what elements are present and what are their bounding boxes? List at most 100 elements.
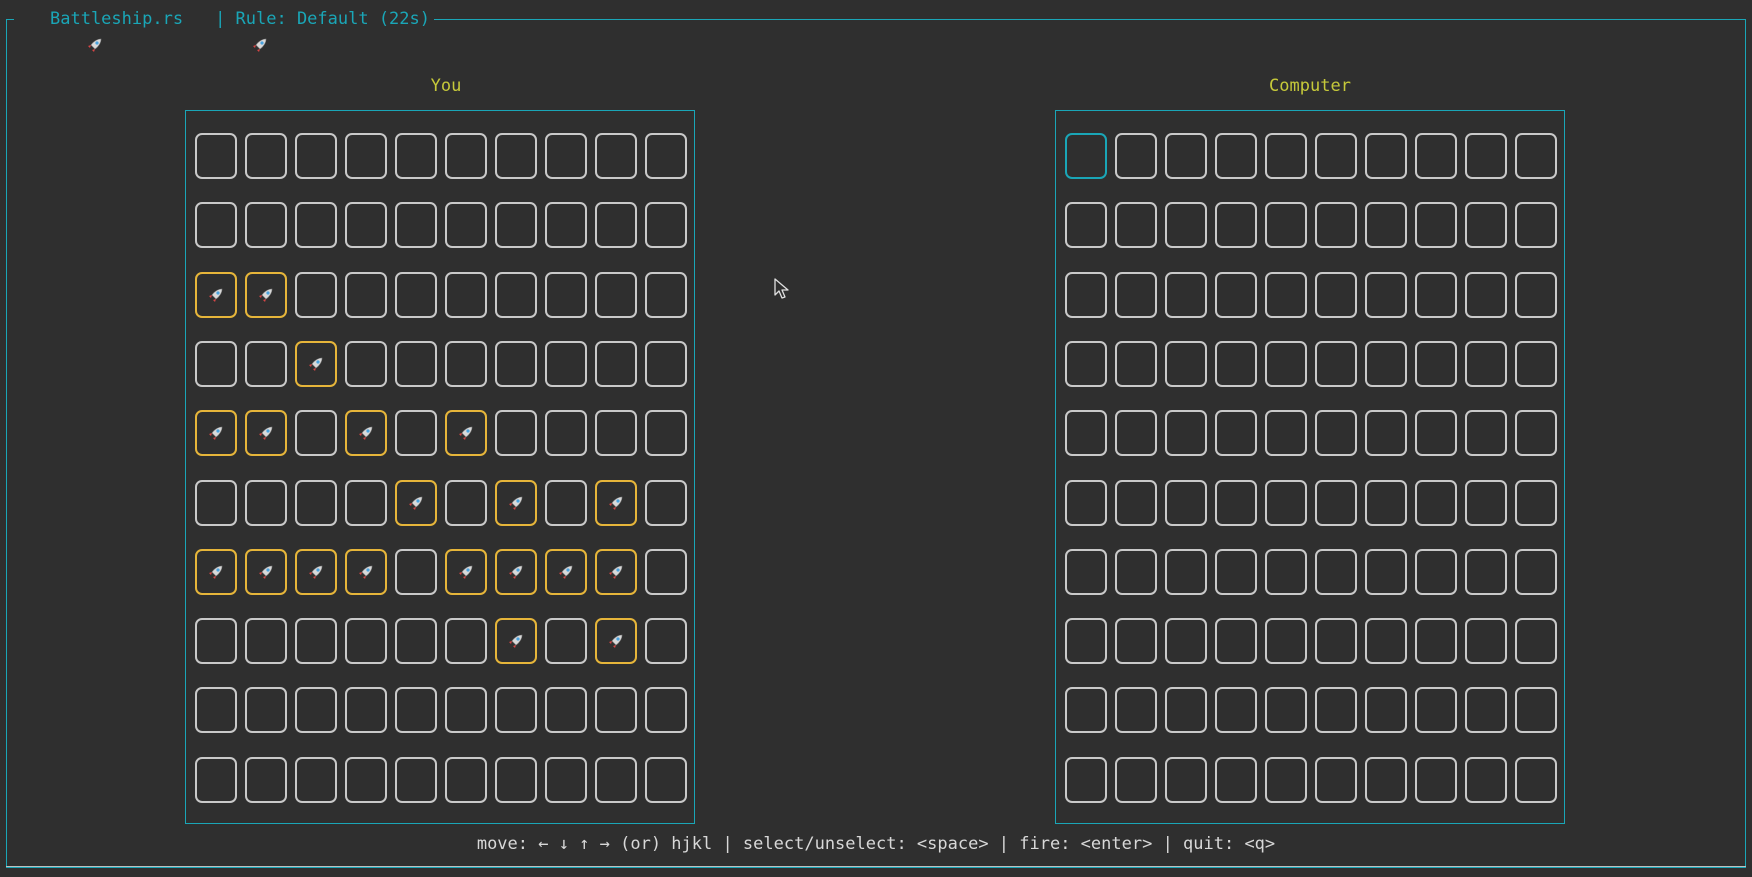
- player-cell[interactable]: [195, 618, 237, 665]
- player-cell[interactable]: [445, 687, 487, 734]
- computer-cell[interactable]: [1415, 618, 1457, 665]
- computer-cell[interactable]: [1465, 271, 1507, 318]
- player-cell[interactable]: [445, 618, 487, 665]
- player-cell[interactable]: [645, 271, 687, 318]
- computer-cell[interactable]: [1465, 548, 1507, 595]
- player-cell[interactable]: [595, 202, 637, 249]
- player-cell[interactable]: [545, 271, 587, 318]
- computer-cell[interactable]: [1215, 479, 1257, 526]
- computer-cell[interactable]: [1065, 340, 1107, 387]
- computer-cell[interactable]: [1115, 340, 1157, 387]
- player-ship-cell[interactable]: [345, 548, 387, 595]
- computer-cell[interactable]: [1315, 479, 1357, 526]
- player-ship-cell[interactable]: [595, 479, 637, 526]
- computer-cell[interactable]: [1315, 340, 1357, 387]
- player-cell[interactable]: [395, 271, 437, 318]
- player-cell[interactable]: [595, 687, 637, 734]
- player-cell[interactable]: [645, 410, 687, 457]
- computer-cell[interactable]: [1115, 548, 1157, 595]
- computer-cell[interactable]: [1215, 618, 1257, 665]
- player-ship-cell[interactable]: [245, 271, 287, 318]
- player-cell[interactable]: [295, 410, 337, 457]
- computer-cell[interactable]: [1265, 340, 1307, 387]
- computer-cell[interactable]: [1465, 756, 1507, 803]
- player-cell[interactable]: [495, 202, 537, 249]
- computer-cell[interactable]: [1515, 271, 1557, 318]
- computer-cell[interactable]: [1065, 687, 1107, 734]
- computer-cell[interactable]: [1315, 410, 1357, 457]
- computer-cell[interactable]: [1515, 687, 1557, 734]
- player-cell[interactable]: [545, 340, 587, 387]
- player-cell[interactable]: [595, 133, 637, 179]
- computer-cell[interactable]: [1115, 618, 1157, 665]
- player-cell[interactable]: [195, 133, 237, 179]
- player-ship-cell[interactable]: [245, 410, 287, 457]
- player-cell[interactable]: [545, 133, 587, 179]
- player-cell[interactable]: [195, 756, 237, 803]
- computer-cell[interactable]: [1215, 756, 1257, 803]
- computer-cell[interactable]: [1065, 479, 1107, 526]
- computer-cell[interactable]: [1265, 410, 1307, 457]
- player-cell[interactable]: [445, 202, 487, 249]
- player-cell[interactable]: [345, 618, 387, 665]
- computer-cell[interactable]: [1315, 756, 1357, 803]
- player-cell[interactable]: [295, 687, 337, 734]
- player-ship-cell[interactable]: [495, 479, 537, 526]
- player-cell[interactable]: [395, 133, 437, 179]
- computer-cell[interactable]: [1415, 548, 1457, 595]
- computer-cell[interactable]: [1115, 410, 1157, 457]
- player-cell[interactable]: [345, 202, 387, 249]
- player-cell[interactable]: [395, 202, 437, 249]
- player-cell[interactable]: [595, 756, 637, 803]
- player-cell[interactable]: [645, 548, 687, 595]
- player-cell[interactable]: [645, 687, 687, 734]
- player-cell[interactable]: [345, 479, 387, 526]
- player-cell[interactable]: [195, 340, 237, 387]
- player-cell[interactable]: [545, 687, 587, 734]
- player-cell[interactable]: [295, 133, 337, 179]
- computer-cell[interactable]: [1465, 479, 1507, 526]
- computer-cell[interactable]: [1215, 340, 1257, 387]
- computer-cell[interactable]: [1315, 202, 1357, 249]
- player-cell[interactable]: [345, 340, 387, 387]
- computer-cell[interactable]: [1215, 687, 1257, 734]
- computer-cell[interactable]: [1165, 202, 1207, 249]
- computer-cell[interactable]: [1515, 410, 1557, 457]
- computer-cell[interactable]: [1415, 410, 1457, 457]
- computer-cell[interactable]: [1365, 340, 1407, 387]
- player-cell[interactable]: [295, 479, 337, 526]
- player-cell[interactable]: [545, 756, 587, 803]
- computer-cell[interactable]: [1515, 202, 1557, 249]
- computer-cell[interactable]: [1415, 133, 1457, 179]
- computer-cell[interactable]: [1415, 687, 1457, 734]
- player-cell[interactable]: [495, 756, 537, 803]
- player-ship-cell[interactable]: [595, 548, 637, 595]
- player-cell[interactable]: [245, 618, 287, 665]
- player-cell[interactable]: [395, 618, 437, 665]
- player-cell[interactable]: [245, 756, 287, 803]
- computer-cell[interactable]: [1265, 202, 1307, 249]
- computer-cell[interactable]: [1515, 618, 1557, 665]
- computer-cell[interactable]: [1365, 548, 1407, 595]
- computer-cell[interactable]: [1065, 548, 1107, 595]
- player-cell[interactable]: [395, 548, 437, 595]
- player-cell[interactable]: [245, 479, 287, 526]
- player-cell[interactable]: [295, 202, 337, 249]
- computer-cell[interactable]: [1265, 687, 1307, 734]
- player-cell[interactable]: [245, 340, 287, 387]
- player-cell[interactable]: [345, 271, 387, 318]
- player-cell[interactable]: [445, 479, 487, 526]
- computer-cell[interactable]: [1315, 687, 1357, 734]
- player-cell[interactable]: [645, 340, 687, 387]
- computer-cell[interactable]: [1365, 618, 1407, 665]
- computer-cell[interactable]: [1265, 548, 1307, 595]
- computer-cell[interactable]: [1315, 271, 1357, 318]
- computer-cell[interactable]: [1215, 548, 1257, 595]
- computer-cell[interactable]: [1365, 271, 1407, 318]
- player-cell[interactable]: [395, 756, 437, 803]
- player-cell[interactable]: [445, 271, 487, 318]
- player-ship-cell[interactable]: [345, 410, 387, 457]
- player-cell[interactable]: [445, 133, 487, 179]
- player-cell[interactable]: [245, 133, 287, 179]
- computer-cell[interactable]: [1265, 618, 1307, 665]
